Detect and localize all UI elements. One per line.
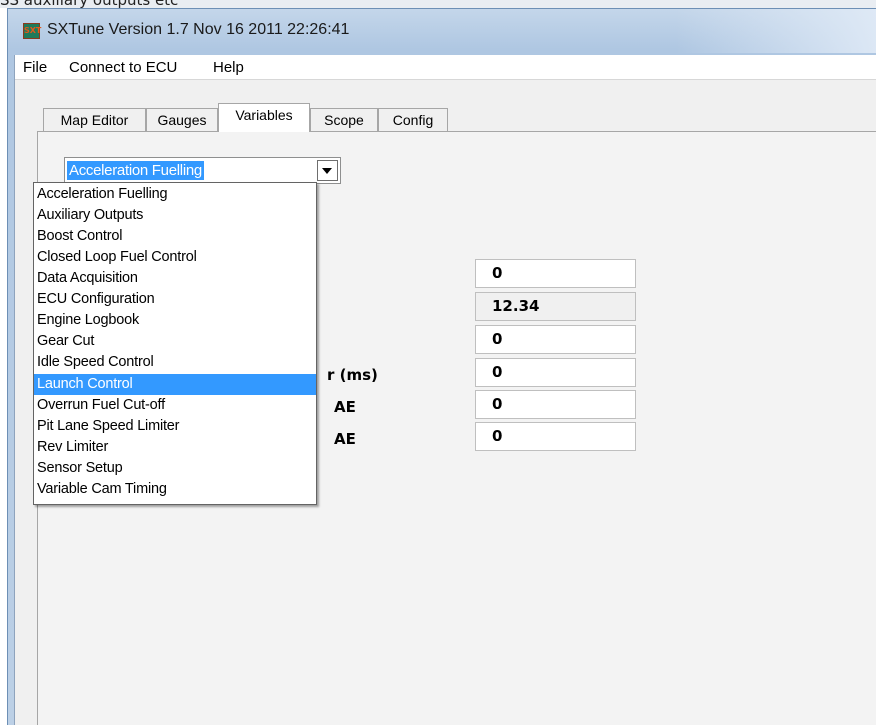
title-bar-blur — [676, 9, 876, 53]
variable-label: r (ms) — [327, 366, 378, 384]
dropdown-option-highlighted[interactable]: Launch Control — [34, 374, 316, 395]
dropdown-option[interactable]: Pit Lane Speed Limiter — [34, 416, 316, 437]
category-select[interactable]: Acceleration Fuelling — [64, 157, 341, 184]
window-title: SXTune Version 1.7 Nov 16 2011 22:26:41 — [47, 21, 350, 38]
dropdown-option[interactable]: Data Acquisition — [34, 268, 316, 289]
dropdown-option[interactable]: Overrun Fuel Cut-off — [34, 395, 316, 416]
dropdown-option[interactable]: ECU Configuration — [34, 289, 316, 310]
dropdown-option[interactable]: Closed Loop Fuel Control — [34, 247, 316, 268]
dropdown-option[interactable]: Acceleration Fuelling — [34, 184, 316, 205]
tab-config[interactable]: Config — [378, 108, 448, 131]
menu-help[interactable]: Help — [213, 59, 244, 76]
dropdown-option[interactable]: Variable Cam Timing — [34, 479, 316, 500]
variable-value-field[interactable]: 0 — [475, 259, 636, 288]
dropdown-option[interactable]: Auxiliary Outputs — [34, 205, 316, 226]
variable-label: AE — [334, 398, 356, 416]
dropdown-option[interactable]: Gear Cut — [34, 331, 316, 352]
tab-variables[interactable]: Variables — [218, 103, 310, 132]
tab-gauges[interactable]: Gauges — [146, 108, 218, 131]
variable-value-field[interactable]: 0 — [475, 422, 636, 451]
dropdown-option[interactable]: Engine Logbook — [34, 310, 316, 331]
tab-map-editor[interactable]: Map Editor — [43, 108, 146, 131]
dropdown-option[interactable]: Sensor Setup — [34, 458, 316, 479]
title-bar[interactable]: SXT SXTune Version 1.7 Nov 16 2011 22:26… — [8, 9, 876, 55]
menu-file[interactable]: File — [23, 59, 47, 76]
variable-value-field[interactable]: 0 — [475, 390, 636, 419]
variable-label: AE — [334, 430, 356, 448]
background-window: SS auxiliary outputs etc — [0, 0, 876, 8]
variable-value-field: 12.34 — [475, 292, 636, 321]
category-select-value: Acceleration Fuelling — [67, 161, 204, 180]
dropdown-option[interactable]: Idle Speed Control — [34, 352, 316, 373]
dropdown-option[interactable]: Boost Control — [34, 226, 316, 247]
dropdown-option[interactable]: Rev Limiter — [34, 437, 316, 458]
variable-value-field[interactable]: 0 — [475, 325, 636, 354]
variable-value-field[interactable]: 0 — [475, 358, 636, 387]
menu-bar: File Connect to ECU Help — [15, 55, 876, 80]
app-icon: SXT — [23, 23, 41, 39]
chevron-down-icon — [322, 168, 332, 174]
dropdown-button[interactable] — [317, 160, 338, 181]
category-dropdown-list[interactable]: Acceleration Fuelling Auxiliary Outputs … — [33, 182, 317, 505]
menu-connect-to-ecu[interactable]: Connect to ECU — [69, 59, 177, 76]
background-text: SS auxiliary outputs etc — [0, 0, 178, 8]
tab-scope[interactable]: Scope — [310, 108, 378, 131]
